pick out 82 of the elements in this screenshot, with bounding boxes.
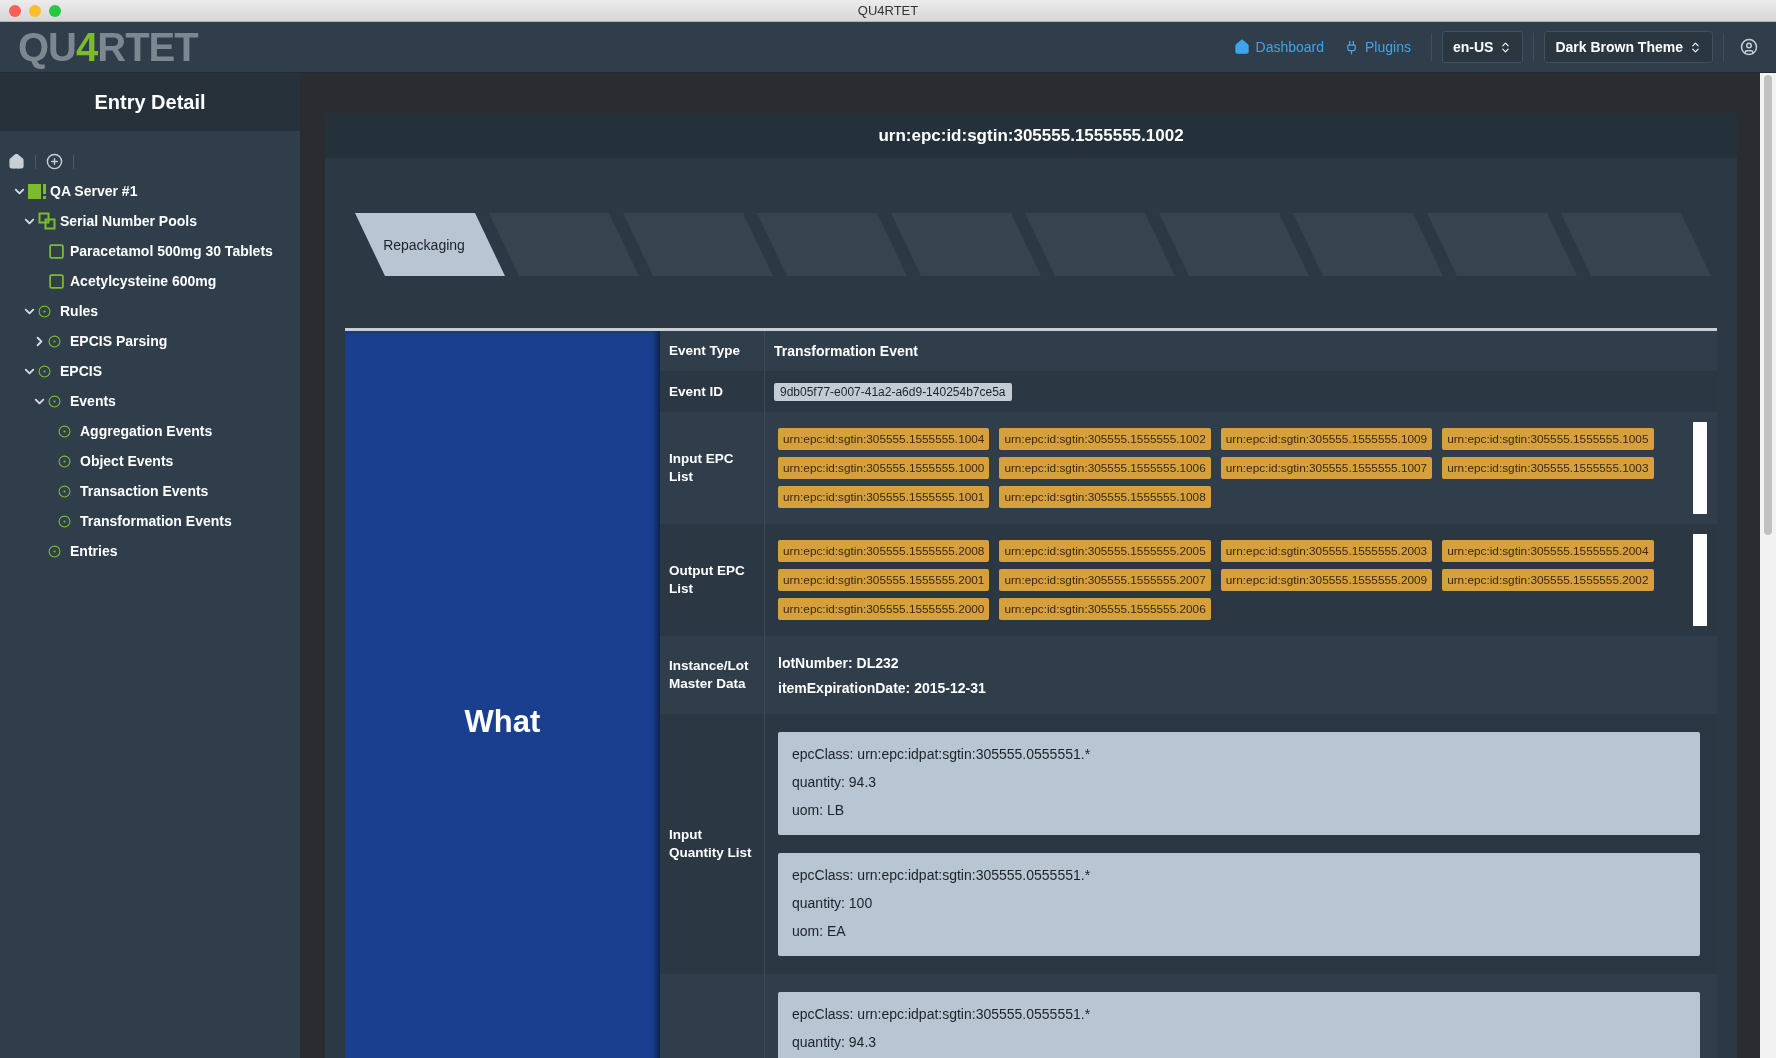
server-icon — [28, 182, 46, 200]
card-title: urn:epc:id:sgtin:305555.1555555.1002 — [878, 125, 1184, 146]
epc-tag: urn:epc:id:sgtin:305555.1555555.2005 — [999, 540, 1211, 562]
tree-item[interactable]: Events — [70, 393, 116, 409]
target-icon — [48, 394, 61, 408]
sort-icon — [1689, 40, 1702, 54]
quantity-line: uom: LB — [792, 802, 846, 818]
event-id-value: 9db05f77-e007-41a2-a6d9-140254b7ce5a — [774, 382, 1012, 401]
square-icon — [48, 242, 65, 260]
epc-tag: urn:epc:id:sgtin:305555.1555555.1008 — [999, 486, 1211, 508]
step-tab[interactable]: Repackaging — [355, 213, 505, 276]
epc-tag: urn:epc:id:sgtin:305555.1555555.2001 — [778, 569, 990, 591]
quantity-line: quantity: 94.3 — [792, 1034, 878, 1050]
target-icon — [58, 484, 71, 498]
epc-tag: urn:epc:id:sgtin:305555.1555555.2003 — [1220, 540, 1433, 562]
tree-item[interactable]: Rules — [60, 303, 99, 319]
target-icon — [38, 304, 51, 318]
field-label: Input Quantity List — [669, 826, 753, 862]
sidebar-title: Entry Detail — [94, 90, 206, 114]
field-label: Event Type — [669, 342, 741, 360]
epc-tag: urn:epc:id:sgtin:305555.1555555.2008 — [778, 540, 990, 562]
epc-tag: urn:epc:id:sgtin:305555.1555555.1002 — [999, 428, 1211, 450]
master-data-line: itemExpirationDate: 2015-12-31 — [778, 679, 986, 696]
epc-tag: urn:epc:id:sgtin:305555.1555555.1001 — [778, 486, 990, 508]
quantity-line: epcClass: urn:epc:idpat:sgtin:305555.0555551.* — [792, 746, 1092, 762]
square-icon — [48, 272, 65, 290]
target-icon — [48, 334, 61, 348]
epc-tag: urn:epc:id:sgtin:305555.1555555.1009 — [1220, 428, 1433, 450]
quantity-line: epcClass: urn:epc:idpat:sgtin:305555.0555551.* — [792, 867, 1092, 883]
epc-tag: urn:epc:id:sgtin:305555.1555555.2006 — [999, 598, 1211, 620]
epc-tag: urn:epc:id:sgtin:305555.1555555.2007 — [999, 569, 1211, 591]
field-label: Input EPC List — [669, 450, 735, 486]
tree-item[interactable]: Acetylcysteine 600mg — [70, 273, 217, 289]
logo: QU4RTET — [18, 24, 198, 70]
event-type-value: Transformation Event — [774, 343, 918, 359]
field-label: Event ID — [669, 382, 723, 401]
epc-tag: urn:epc:id:sgtin:305555.1555555.1005 — [1442, 428, 1654, 450]
select-field[interactable]: Dark Brown Theme — [1544, 31, 1713, 63]
squares-icon — [38, 212, 56, 230]
user-icon[interactable] — [1740, 38, 1758, 56]
quantity-line: uom: EA — [792, 923, 847, 939]
tree-item[interactable]: Transformation Events — [80, 513, 232, 529]
epc-tag: urn:epc:id:sgtin:305555.1555555.2002 — [1442, 569, 1654, 591]
zoom-button[interactable] — [49, 5, 61, 17]
select-field[interactable]: en-US — [1441, 31, 1524, 63]
epc-tag: urn:epc:id:sgtin:305555.1555555.1004 — [778, 428, 990, 450]
section-title: What — [464, 704, 541, 740]
field-label: Instance/Lot Master Data — [669, 657, 750, 693]
epc-tag: urn:epc:id:sgtin:305555.1555555.1007 — [1220, 457, 1433, 479]
tree-item[interactable]: Aggregation Events — [80, 423, 213, 439]
nav-link[interactable]: Dashboard — [1233, 39, 1325, 55]
tree-item[interactable]: Serial Number Pools — [60, 213, 197, 229]
epc-tag: urn:epc:id:sgtin:305555.1555555.2004 — [1442, 540, 1654, 562]
tree-item[interactable]: Object Events — [80, 453, 174, 469]
target-icon — [58, 454, 71, 468]
target-icon — [58, 514, 71, 528]
window-title: QU4RTET — [857, 3, 919, 18]
tree-item[interactable]: Paracetamol 500mg 30 Tablets — [70, 243, 273, 259]
field-label: Output EPC List — [669, 562, 746, 598]
tree-item[interactable]: Entries — [70, 543, 118, 559]
minimize-button[interactable] — [29, 5, 41, 17]
epc-tag: urn:epc:id:sgtin:305555.1555555.1006 — [999, 457, 1211, 479]
quantity-line: quantity: 100 — [792, 895, 874, 911]
quantity-line: epcClass: urn:epc:idpat:sgtin:305555.0555551.* — [792, 1006, 1092, 1022]
target-icon — [48, 544, 61, 558]
tree-item[interactable]: EPCIS — [60, 363, 102, 379]
quantity-line: quantity: 94.3 — [792, 774, 878, 790]
tree-item[interactable]: QA Server #1 — [50, 183, 138, 199]
close-button[interactable] — [9, 5, 21, 17]
epc-tag: urn:epc:id:sgtin:305555.1555555.1000 — [778, 457, 990, 479]
epc-tag: urn:epc:id:sgtin:305555.1555555.1003 — [1442, 457, 1654, 479]
epc-tag: urn:epc:id:sgtin:305555.1555555.2009 — [1220, 569, 1433, 591]
nav-link[interactable]: Plugins — [1344, 39, 1411, 55]
master-data-line: lotNumber: DL232 — [778, 654, 900, 671]
tree-item[interactable]: Transaction Events — [80, 483, 209, 499]
epc-tag: urn:epc:id:sgtin:305555.1555555.2000 — [778, 598, 990, 620]
target-icon — [58, 424, 71, 438]
tree-item[interactable]: EPCIS Parsing — [70, 333, 168, 349]
home-icon — [1233, 39, 1250, 55]
target-icon — [38, 364, 51, 378]
add-icon[interactable] — [46, 153, 63, 170]
home-icon[interactable] — [8, 153, 25, 170]
